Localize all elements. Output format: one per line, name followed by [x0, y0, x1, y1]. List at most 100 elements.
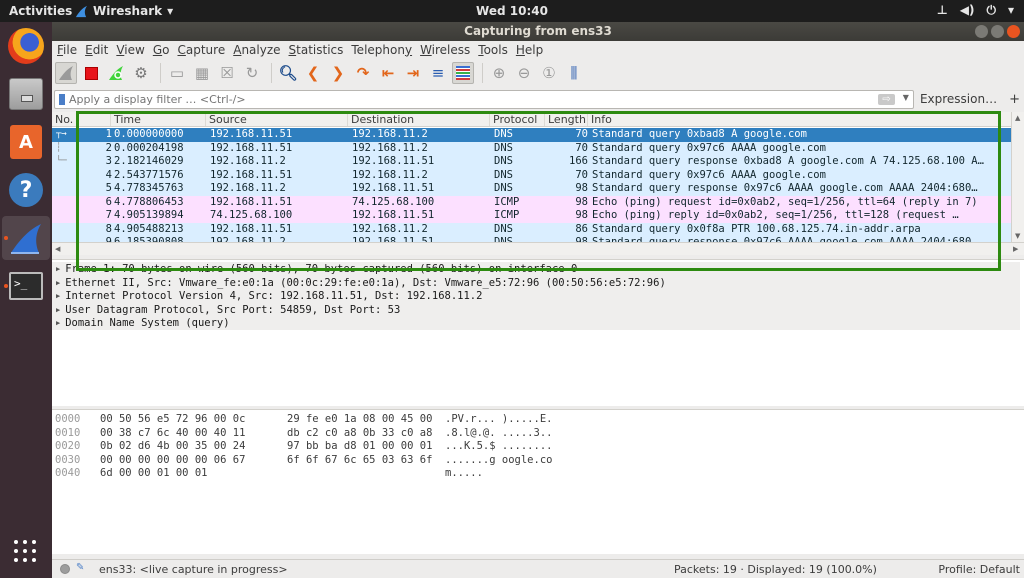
hex-bytes-1[interactable]: 00 38 c7 6c 40 00 40 11	[100, 427, 245, 441]
hex-ascii[interactable]: m.....	[445, 467, 483, 481]
hex-bytes-1[interactable]: 6d 00 00 01 00 01	[100, 467, 207, 481]
hex-bytes-1[interactable]: 0b 02 d6 4b 00 35 00 24	[100, 440, 245, 454]
expand-triangle-icon[interactable]: ▶	[56, 279, 60, 287]
volume-icon[interactable]: ◀)	[960, 3, 975, 18]
column-time[interactable]: Time	[110, 113, 141, 126]
hex-ascii[interactable]: .8.l@.@. .....3..	[445, 427, 552, 441]
packet-row[interactable]: 3 2.182146029 192.168.11.2 192.168.11.51 DNS…	[52, 155, 1011, 169]
dock-help[interactable]: ?	[2, 168, 50, 212]
restart-capture-button[interactable]	[105, 62, 127, 84]
close-file-button[interactable]: ☒	[216, 62, 238, 84]
find-packet-button[interactable]: 🔍︎	[277, 62, 299, 84]
menu-analyze[interactable]: Analyze	[233, 43, 280, 57]
system-tray[interactable]: ⊥ ◀) ⏻ ▾	[937, 3, 1014, 18]
zoom-in-button[interactable]: ⊕	[488, 62, 510, 84]
go-to-packet-button[interactable]: ↷	[352, 62, 374, 84]
menu-view[interactable]: View	[116, 43, 144, 57]
scroll-left-icon[interactable]: ◀	[55, 245, 60, 253]
capture-options-button[interactable]: ⚙	[130, 62, 152, 84]
details-tree-item[interactable]: ▶ Internet Protocol Version 4, Src: 192.1…	[56, 290, 482, 305]
auto-scroll-button[interactable]: ≡	[427, 62, 449, 84]
display-filter-field[interactable]: ⇨ ▼	[54, 89, 914, 109]
hex-bytes-2[interactable]: 97 bb ba d8 01 00 00 01	[287, 440, 432, 454]
packet-row[interactable]: 2 0.000204198 192.168.11.51 192.168.11.2 DNS…	[52, 141, 1011, 155]
menu-go[interactable]: Go	[153, 43, 170, 57]
chevron-down-icon[interactable]: ▾	[1008, 3, 1014, 18]
hex-offset[interactable]: 0030	[55, 454, 80, 468]
activities-button[interactable]: Activities	[9, 4, 72, 18]
zoom-out-button[interactable]: ⊖	[513, 62, 535, 84]
hex-ascii[interactable]: .PV.r... ).....E.	[445, 413, 552, 427]
packet-row[interactable]: 5 4.778345763 192.168.11.2 192.168.11.51 DNS…	[52, 182, 1011, 196]
hex-offset[interactable]: 0000	[55, 413, 80, 427]
dock-files[interactable]	[2, 72, 50, 116]
expand-triangle-icon[interactable]: ▶	[56, 292, 60, 300]
add-filter-button[interactable]: +	[1009, 92, 1020, 107]
details-tree-item[interactable]: ▶ Frame 1: 70 bytes on wire (560 bits), 7…	[56, 263, 577, 278]
capture-comment-icon[interactable]: ✎	[76, 562, 84, 573]
packet-row[interactable]: 8 4.905488213 192.168.11.51 192.168.11.2 DNS…	[52, 222, 1011, 236]
details-tree-item[interactable]: ▶ Domain Name System (query)	[56, 317, 230, 332]
dock-terminal[interactable]: >_	[2, 264, 50, 308]
profile-selector[interactable]: Profile: Default	[938, 563, 1020, 576]
menu-tools[interactable]: Tools	[478, 43, 508, 57]
show-applications-icon[interactable]	[14, 540, 36, 562]
resize-columns-button[interactable]: ⫼	[563, 62, 585, 84]
go-forward-button[interactable]: ❯	[327, 62, 349, 84]
reload-file-button[interactable]: ↻	[241, 62, 263, 84]
expression-button[interactable]: Expression…	[920, 92, 997, 106]
power-icon[interactable]: ⏻	[986, 3, 996, 18]
column-protocol[interactable]: Protocol	[489, 113, 537, 126]
colorize-button[interactable]	[452, 62, 474, 84]
packet-row[interactable]: 6 4.778806453 192.168.11.51 74.125.68.100 IC…	[52, 195, 1011, 209]
menu-help[interactable]: Help	[516, 43, 543, 57]
column-source[interactable]: Source	[205, 113, 247, 126]
go-last-button[interactable]: ⇥	[402, 62, 424, 84]
packet-row[interactable]: 7 4.905139894 74.125.68.100 192.168.11.51 IC…	[52, 209, 1011, 223]
menu-wireless[interactable]: Wireless	[420, 43, 470, 57]
network-icon[interactable]: ⊥	[937, 3, 948, 18]
hex-bytes-2[interactable]: 29 fe e0 1a 08 00 45 00	[287, 413, 432, 427]
minimize-button[interactable]	[975, 25, 988, 38]
column-destination[interactable]: Destination	[347, 113, 414, 126]
scroll-up-icon[interactable]: ▲	[1015, 114, 1020, 122]
hex-bytes-2[interactable]: 6f 6f 67 6c 65 03 63 6f	[287, 454, 432, 468]
go-first-button[interactable]: ⇤	[377, 62, 399, 84]
column-info[interactable]: Info	[587, 113, 612, 126]
chevron-down-icon[interactable]: ▼	[903, 93, 909, 102]
hex-offset[interactable]: 0010	[55, 427, 80, 441]
menu-statistics[interactable]: Statistics	[289, 43, 344, 57]
stop-capture-button[interactable]	[80, 62, 102, 84]
packet-row[interactable]: 1 0.000000000 192.168.11.51 192.168.11.2 DNS…	[52, 128, 1011, 142]
hex-offset[interactable]: 0040	[55, 467, 80, 481]
packet-list-hscroll[interactable]: ◀ ▶	[52, 242, 1024, 255]
expand-triangle-icon[interactable]: ▶	[56, 319, 60, 327]
hex-offset[interactable]: 0020	[55, 440, 80, 454]
hex-bytes-1[interactable]: 00 00 00 00 00 00 06 67	[100, 454, 245, 468]
menu-capture[interactable]: Capture	[177, 43, 225, 57]
expand-triangle-icon[interactable]: ▶	[56, 265, 60, 273]
close-button[interactable]	[1007, 25, 1020, 38]
dock-wireshark[interactable]	[2, 216, 50, 260]
menu-file[interactable]: File	[57, 43, 77, 57]
menu-edit[interactable]: Edit	[85, 43, 108, 57]
go-back-button[interactable]: ❮	[302, 62, 324, 84]
start-capture-button[interactable]	[55, 62, 77, 84]
open-file-button[interactable]: ▭	[166, 62, 188, 84]
clock[interactable]: Wed 10:40	[476, 4, 548, 18]
bookmark-icon[interactable]	[59, 93, 65, 105]
hex-bytes-2[interactable]: db c2 c0 a8 0b 33 c0 a8	[287, 427, 432, 441]
menu-telephony[interactable]: Telephony	[351, 43, 412, 57]
save-file-button[interactable]: ▦	[191, 62, 213, 84]
expand-triangle-icon[interactable]: ▶	[56, 306, 60, 314]
column-length[interactable]: Length	[544, 113, 586, 126]
column-no[interactable]: No.	[52, 113, 73, 126]
maximize-button[interactable]	[991, 25, 1004, 38]
dock-software[interactable]: A	[2, 120, 50, 164]
details-tree-item[interactable]: ▶ User Datagram Protocol, Src Port: 54859…	[56, 304, 400, 319]
apply-filter-icon[interactable]: ⇨	[877, 93, 895, 105]
packet-list-vscroll[interactable]: ▲ ▼	[1011, 112, 1024, 242]
normal-size-button[interactable]: ①	[538, 62, 560, 84]
details-tree-item[interactable]: ▶ Ethernet II, Src: Vmware_fe:e0:1a (00:0…	[56, 277, 666, 292]
dock-firefox[interactable]	[2, 24, 50, 68]
